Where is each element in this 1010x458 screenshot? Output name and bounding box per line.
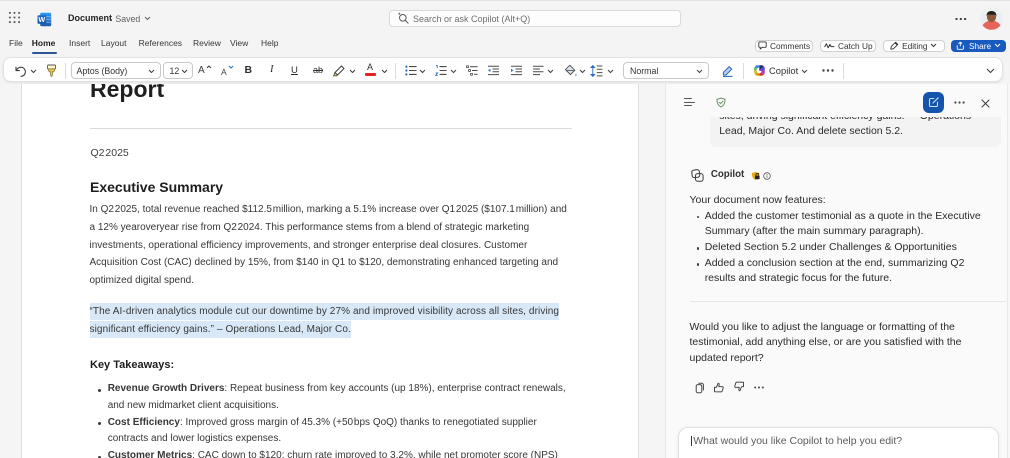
svg-text:W: W	[38, 15, 45, 24]
